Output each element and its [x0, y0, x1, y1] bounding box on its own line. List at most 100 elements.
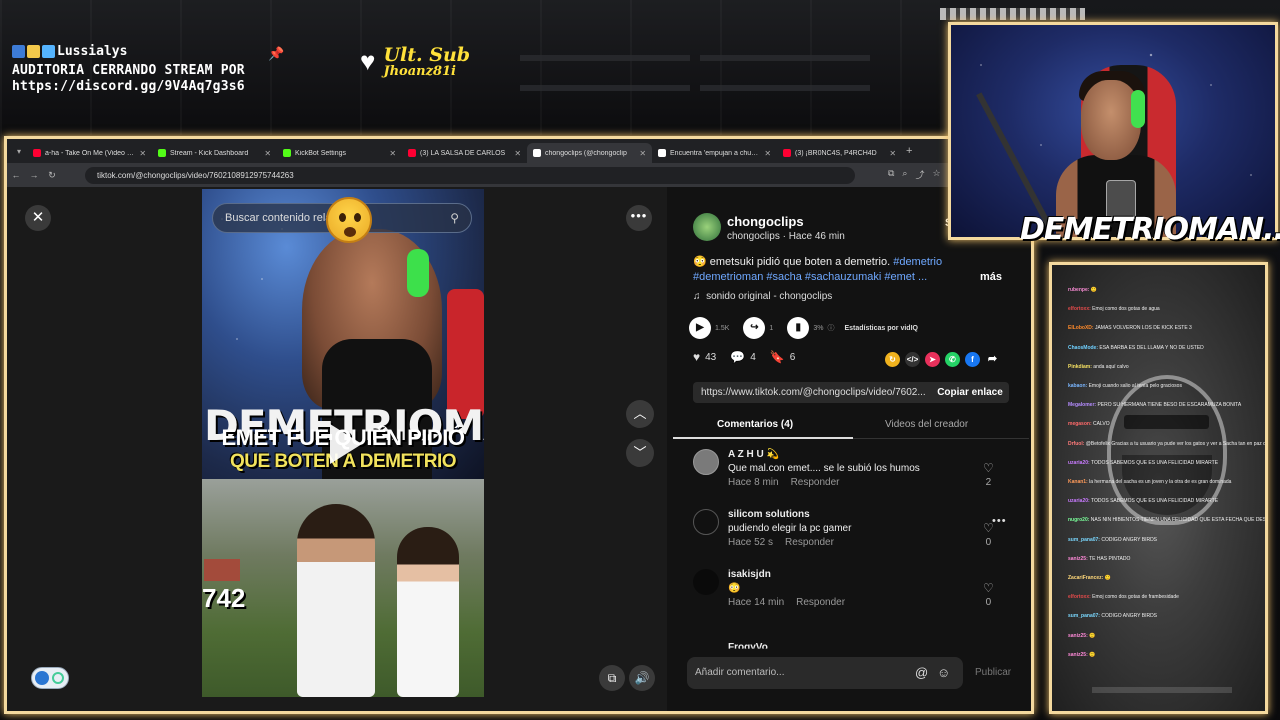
video-player[interactable]: 742 Buscar contenido relacionado ⚲ DEMET…: [202, 189, 484, 697]
embed-icon[interactable]: </>: [905, 352, 920, 367]
browser-tab[interactable]: a-ha - Take On Me (Video Ofic ✕: [27, 143, 152, 163]
browser-tab[interactable]: KickBot Settings ✕: [277, 143, 402, 163]
share-arrow-icon[interactable]: ➦: [985, 352, 1000, 367]
chat-username[interactable]: kabaon:: [1068, 383, 1087, 389]
tab-search-icon[interactable]: ▾: [17, 147, 21, 156]
chat-username[interactable]: ElLoboXD:: [1068, 325, 1094, 331]
chat-footer: [1092, 687, 1232, 693]
close-tab-icon[interactable]: ✕: [389, 149, 396, 158]
url-field[interactable]: tiktok.com/@chongoclips/video/7602108912…: [85, 167, 855, 184]
chat-username[interactable]: saniz25:: [1068, 633, 1088, 639]
chat-username[interactable]: rubenpe:: [1068, 287, 1089, 293]
comment-like[interactable]: ♡ 2: [983, 461, 994, 488]
tab-favicon-icon: [783, 149, 792, 157]
publish-button[interactable]: Publicar: [975, 667, 1011, 678]
commenter-name[interactable]: silicom solutions: [728, 509, 810, 520]
volume-icon[interactable]: 🔊: [629, 665, 655, 691]
chat-username[interactable]: sum_pana07:: [1068, 537, 1100, 543]
chat-message: Drfuol: @Betofelix Gracias a tu usuario …: [1068, 435, 1265, 454]
add-comment-input[interactable]: Añadir comentario... @ ☺: [687, 657, 963, 689]
chevron-up-icon[interactable]: ︿: [626, 400, 654, 428]
emoji-icon[interactable]: ☺: [937, 657, 950, 689]
comment-like[interactable]: ♡ 0: [983, 581, 994, 608]
chat-username[interactable]: megason:: [1068, 421, 1092, 427]
reply-link[interactable]: Responder: [785, 537, 834, 548]
close-tab-icon[interactable]: ✕: [514, 149, 521, 158]
comment-more-icon[interactable]: •••: [992, 515, 1007, 527]
chat-username[interactable]: ZacariFrancez:: [1068, 575, 1103, 581]
pip-icon[interactable]: ⧉: [599, 665, 625, 691]
browser-tab[interactable]: (3) LA SALSA DE CARLOS ✕: [402, 143, 527, 163]
new-tab-button[interactable]: +: [906, 145, 912, 157]
video-link-field[interactable]: https://www.tiktok.com/@chongoclips/vide…: [693, 382, 931, 403]
chat-username[interactable]: uzaria20:: [1068, 498, 1090, 504]
close-tab-icon[interactable]: ✕: [264, 149, 271, 158]
repost-icon[interactable]: ↻: [885, 352, 900, 367]
browser-tab[interactable]: Encuentra 'empujan a chuny' e ✕: [652, 143, 777, 163]
video-area: ✕ ••• ︿ ﹀ 742 Buscar contenido relaciona…: [7, 187, 667, 711]
browser-tab[interactable]: Stream - Kick Dashboard ✕: [152, 143, 277, 163]
reload-icon[interactable]: ↻: [43, 170, 61, 181]
tab-creator-videos[interactable]: Videos del creador: [885, 419, 968, 430]
chat-username[interactable]: elfortoxx:: [1068, 594, 1091, 600]
close-icon[interactable]: ✕: [25, 205, 51, 231]
commenter-avatar[interactable]: [693, 449, 719, 475]
bookmark-star-icon[interactable]: ☆: [932, 168, 940, 181]
commenter-avatar[interactable]: [693, 569, 719, 595]
music-row[interactable]: ♫ sonido original - chongoclips: [693, 291, 832, 302]
close-tab-icon[interactable]: ✕: [764, 149, 771, 158]
more-options-icon[interactable]: •••: [626, 205, 652, 231]
chat-username[interactable]: saniz25:: [1068, 556, 1088, 562]
chat-username[interactable]: Megalomer:: [1068, 402, 1096, 408]
heart-outline-icon[interactable]: ♡: [983, 581, 994, 595]
extension-toggle[interactable]: [31, 667, 69, 689]
chat-username[interactable]: Drfuol:: [1068, 441, 1084, 447]
heart-outline-icon[interactable]: ♡: [983, 461, 994, 475]
whatsapp-icon[interactable]: ✆: [945, 352, 960, 367]
share-page-icon[interactable]: ⤴: [915, 168, 924, 181]
stream-overlay-screen: Lussialys AUDITORIA CERRANDO STREAM POR …: [0, 0, 1280, 720]
commenter-name[interactable]: A Z H U 💫: [728, 449, 779, 460]
chat-username[interactable]: Pinkdiam:: [1068, 364, 1092, 370]
search-icon[interactable]: ⚲: [450, 204, 459, 232]
chat-username[interactable]: ChaosMode:: [1068, 345, 1098, 351]
chat-message: sum_pana07: CODIGO ANGRY BIRDS: [1068, 607, 1258, 626]
zoom-icon[interactable]: ⌕: [902, 168, 907, 181]
comment-text: 😳: [728, 583, 741, 594]
more-link[interactable]: más: [980, 271, 1002, 283]
mention-icon[interactable]: @: [915, 657, 928, 689]
chat-username[interactable]: elfortoxx:: [1068, 306, 1091, 312]
chat-text: JAMAS VOLVERON LOS DE KICK ESTE 3: [1094, 325, 1192, 332]
chat-username[interactable]: uzaria20:: [1068, 460, 1090, 466]
like-icon[interactable]: ♥: [693, 350, 700, 364]
reply-link[interactable]: Responder: [796, 597, 845, 608]
chat-text: 🙂: [1104, 575, 1111, 582]
chat-username[interactable]: nugro20:: [1068, 517, 1089, 523]
tab-comments[interactable]: Comentarios (4): [717, 419, 793, 430]
back-icon[interactable]: ←: [7, 170, 25, 180]
close-tab-icon[interactable]: ✕: [139, 149, 146, 158]
commenter-avatar[interactable]: [693, 509, 719, 535]
bookmark-icon[interactable]: 🔖: [770, 350, 785, 364]
browser-tab[interactable]: chongoclips (@chongoclip ✕: [527, 143, 653, 163]
close-tab-icon[interactable]: ✕: [889, 149, 896, 158]
chat-username[interactable]: Kanan1:: [1068, 479, 1088, 485]
chat-message: Pinkdiam: anda aquí calvo: [1068, 358, 1258, 377]
forward-icon[interactable]: →: [25, 170, 43, 180]
commenter-name[interactable]: isakisjdn: [728, 569, 771, 580]
comment-icon[interactable]: 💬: [730, 350, 745, 364]
send-icon[interactable]: ➤: [925, 352, 940, 367]
close-tab-icon[interactable]: ✕: [639, 149, 646, 158]
browser-tab[interactable]: (3) ¡BR0NC4S, P4RCH4D ✕: [777, 143, 902, 163]
facebook-icon[interactable]: f: [965, 352, 980, 367]
ult-sub-label: Ult. Sub: [383, 44, 471, 66]
author-name[interactable]: chongoclips: [727, 214, 804, 229]
play-icon[interactable]: [330, 424, 362, 464]
chat-username[interactable]: sum_pana07:: [1068, 613, 1100, 619]
copy-link-button[interactable]: Copiar enlace: [931, 382, 1009, 403]
chevron-down-icon[interactable]: ﹀: [626, 439, 654, 467]
author-avatar[interactable]: [693, 213, 721, 241]
chat-username[interactable]: saniz25:: [1068, 652, 1088, 658]
translate-icon[interactable]: ⧉: [888, 168, 894, 181]
reply-link[interactable]: Responder: [791, 477, 840, 488]
